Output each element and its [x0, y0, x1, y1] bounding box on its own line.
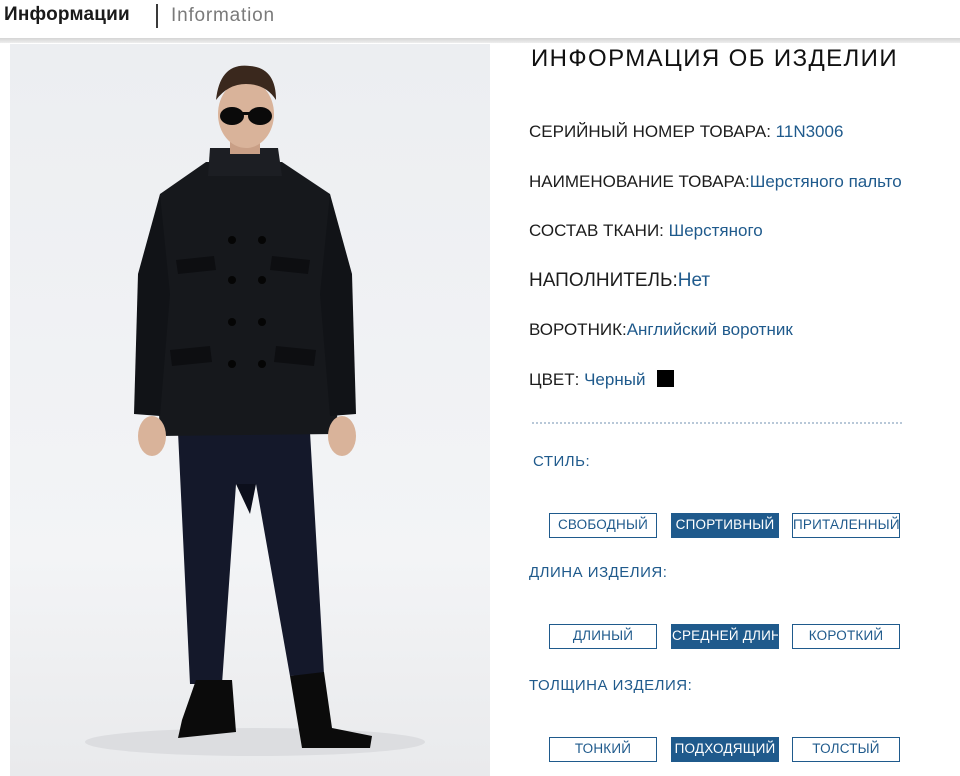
fabric-value: Шерстяного [668, 221, 763, 240]
product-name-row: НАИМЕНОВАНИЕ ТОВАРА:Шерстяного пальто [529, 172, 902, 192]
product-info-title: ИНФОРМАЦИЯ ОБ ИЗДЕЛИИ [531, 45, 898, 72]
color-swatch [657, 370, 675, 387]
thickness-option-thin: ТОНКИЙ [549, 737, 657, 762]
collar-value: Английский воротник [626, 320, 793, 339]
length-option-long: ДЛИНЫЙ [549, 624, 657, 649]
thickness-option-thick: ТОЛСТЫЙ [792, 737, 900, 762]
serial-number-label: СЕРИЙНЫЙ НОМЕР ТОВАРА: [529, 122, 776, 141]
thickness-label: ТОЛЩИНА ИЗДЕЛИЯ: [529, 677, 693, 694]
fabric-label: СОСТАВ ТКАНИ: [529, 221, 669, 240]
product-name-label: НАИМЕНОВАНИЕ ТОВАРА: [529, 172, 750, 191]
header-bar: Информации Information [0, 0, 960, 43]
collar-label: ВОРОТНИК: [529, 320, 627, 339]
color-label: ЦВЕТ: [529, 370, 585, 389]
dotted-separator [532, 422, 902, 424]
header-title-en: Information [171, 5, 275, 26]
length-label: ДЛИНА ИЗДЕЛИЯ: [529, 564, 668, 581]
style-label: СТИЛЬ: [533, 453, 591, 470]
filler-label: НАПОЛНИТЕЛЬ: [529, 270, 678, 291]
thickness-option-medium: ПОДХОДЯЩИЙ [671, 737, 779, 762]
product-name-value: Шерстяного пальто [749, 172, 902, 191]
filler-value: Нет [677, 270, 711, 291]
filler-row: НАПОЛНИТЕЛЬ:Нет [529, 270, 710, 292]
style-option-loose: СВОБОДНЫЙ [549, 513, 657, 538]
header-title-ru: Информации [4, 4, 130, 25]
header-divider [156, 4, 158, 28]
fabric-row: СОСТАВ ТКАНИ: Шерстяного [529, 221, 763, 241]
length-option-short: КОРОТКИЙ [792, 624, 900, 649]
model-illustration [85, 65, 425, 756]
product-photo [10, 44, 490, 776]
color-value: Черный [584, 370, 646, 389]
header-underline [0, 38, 960, 43]
color-row: ЦВЕТ: Черный [529, 370, 675, 390]
collar-row: ВОРОТНИК:Английский воротник [529, 320, 793, 340]
length-option-medium: СРЕДНЕЙ ДЛИНЫ [671, 624, 779, 649]
serial-number-value: 11N3006 [775, 122, 844, 141]
serial-number-row: СЕРИЙНЫЙ НОМЕР ТОВАРА: 11N3006 [529, 122, 843, 142]
style-option-sport: СПОРТИВНЫЙ [671, 513, 779, 538]
style-option-fitted: ПРИТАЛЕННЫЙ [792, 513, 900, 538]
